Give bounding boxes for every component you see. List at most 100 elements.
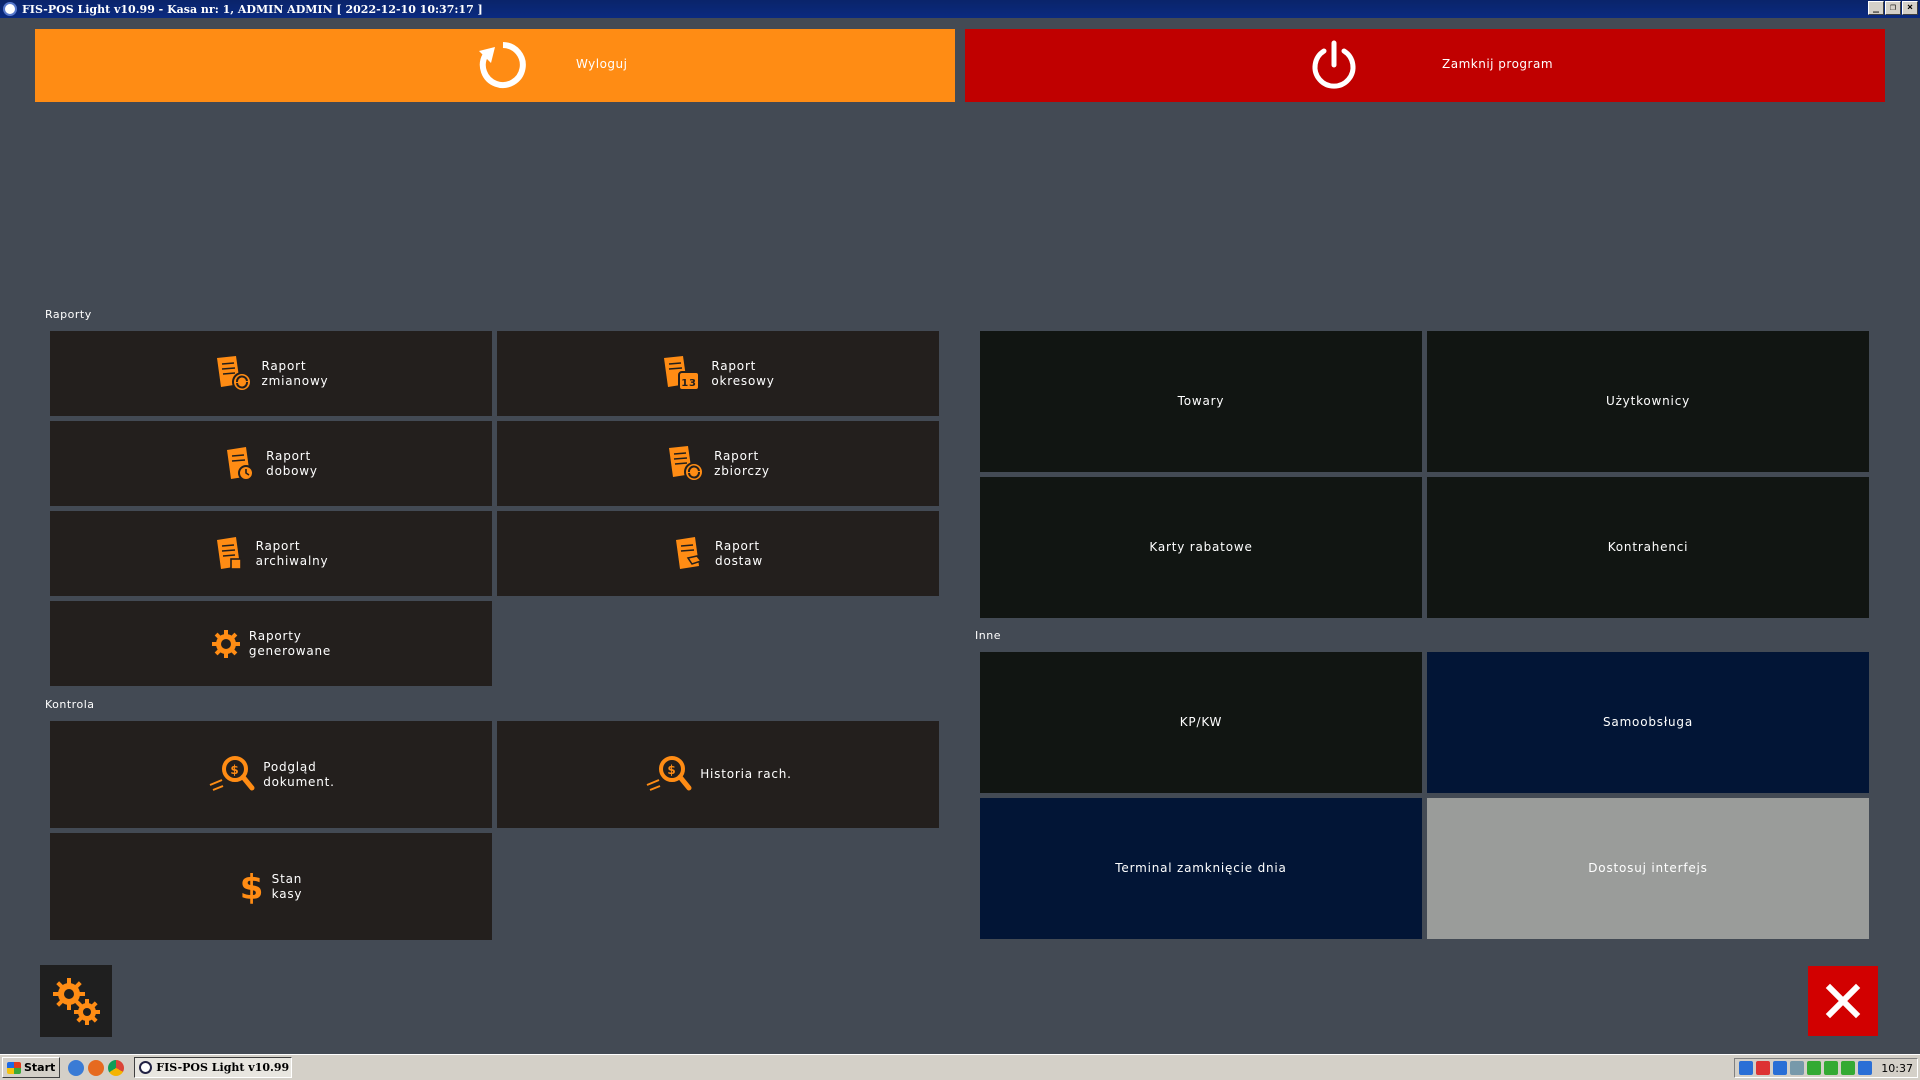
minimize-button[interactable]: _ (1868, 1, 1884, 15)
products-button[interactable]: Towary (980, 331, 1422, 472)
terminal-day-close-button[interactable]: Terminal zamknięcie dnia (980, 798, 1422, 939)
self-service-button[interactable]: Samoobsługa (1427, 652, 1869, 793)
users-button[interactable]: Użytkownicy (1427, 331, 1869, 472)
title-bar: FIS-POS Light v10.99 - Kasa nr: 1, ADMIN… (0, 0, 1920, 18)
report-daily-line1: Raport (266, 448, 311, 463)
report-delivery-button[interactable]: Raport dostaw (497, 511, 939, 596)
logout-label: Wyloguj (576, 57, 628, 71)
document-preview-line2: dokument. (263, 774, 335, 789)
report-delivery-line1: Raport (715, 538, 760, 553)
report-refresh-icon (216, 355, 252, 392)
antivirus-icon[interactable] (1756, 1061, 1771, 1075)
reports-generated-line2: generowane (248, 643, 332, 658)
search-money-icon: $ (209, 755, 255, 791)
search-money-icon: $ (646, 755, 692, 791)
close-program-label: Zamknij program (1442, 57, 1554, 71)
taskbar-clock: 10:37 (1881, 1061, 1913, 1075)
reports-generated-button[interactable]: Raporty generowane (50, 601, 492, 686)
svg-text:$: $ (668, 763, 677, 777)
system-tray: 10:37 (1734, 1058, 1918, 1078)
document-preview-line1: Podgląd (263, 759, 317, 774)
cash-status-line1: Stan (271, 871, 303, 886)
report-shift-button[interactable]: Raport zmianowy (50, 331, 492, 416)
report-period-line2: okresowy (711, 373, 775, 388)
contractors-button[interactable]: Kontrahenci (1427, 477, 1869, 618)
kpkw-button[interactable]: KP/KW (980, 652, 1422, 793)
logout-button[interactable]: Wyloguj (35, 29, 955, 102)
products-label: Towary (1177, 394, 1225, 408)
svg-text:$: $ (240, 869, 264, 905)
report-archive-line2: archiwalny (255, 553, 329, 568)
report-refresh-icon (669, 445, 705, 482)
report-daily-line2: dobowy (266, 463, 318, 478)
report-summary-button[interactable]: Raport zbiorczy (497, 421, 939, 506)
cash-status-line2: kasy (271, 886, 303, 901)
report-calendar-icon: 13 (664, 355, 701, 391)
report-period-line1: Raport (711, 358, 757, 373)
terminal-day-close-label: Terminal zamknięcie dnia (1115, 861, 1287, 875)
section-control-label: Kontrola (45, 698, 95, 711)
report-daily-button[interactable]: Raport dobowy (50, 421, 492, 506)
network-icon[interactable] (1739, 1061, 1754, 1075)
taskbar-task-label: FIS-POS Light v10.99 ... (156, 1061, 293, 1074)
report-summary-line1: Raport (714, 448, 759, 463)
dollar-icon: $ (240, 869, 264, 905)
app-icon (3, 2, 17, 16)
users-label: Użytkownicy (1605, 394, 1690, 408)
power-icon (1312, 40, 1356, 89)
self-service-label: Samoobsługa (1603, 715, 1693, 729)
green-status-icon[interactable] (1807, 1061, 1822, 1075)
settings-button[interactable] (40, 965, 112, 1037)
minus-icon[interactable] (1858, 1061, 1873, 1075)
discount-cards-button[interactable]: Karty rabatowe (980, 477, 1422, 618)
taskbar: Start FIS-POS Light v10.99 ... 10:37 (0, 1054, 1920, 1080)
report-summary-line2: zbiorczy (714, 463, 770, 478)
gears-icon (53, 978, 100, 1025)
customize-interface-button[interactable]: Dostosuj interfejs (1427, 798, 1869, 939)
green-status-icon[interactable] (1824, 1061, 1839, 1075)
discount-cards-label: Karty rabatowe (1149, 540, 1253, 554)
kpkw-label: KP/KW (1179, 715, 1223, 729)
taskbar-fispos-item[interactable]: FIS-POS Light v10.99 ... (134, 1057, 293, 1078)
cash-status-button[interactable]: $ Stan kasy (50, 833, 492, 940)
receipt-history-button[interactable]: $ Historia rach. (497, 721, 939, 828)
start-label: Start (24, 1061, 56, 1074)
maximize-button[interactable]: ❐ (1885, 1, 1901, 15)
chrome-icon[interactable] (108, 1059, 125, 1076)
window-controls: _ ❐ × (1868, 1, 1918, 15)
app-icon (139, 1061, 153, 1074)
ie-icon[interactable] (68, 1059, 85, 1076)
document-preview-button[interactable]: $ Podgląd dokument. (50, 721, 492, 828)
report-archive-button[interactable]: Raport archiwalny (50, 511, 492, 596)
section-reports-label: Raporty (45, 308, 92, 321)
close-icon (1825, 983, 1861, 1019)
exit-button[interactable] (1808, 966, 1878, 1036)
report-document-icon (216, 536, 242, 570)
firefox-icon[interactable] (88, 1059, 105, 1076)
report-shift-line2: zmianowy (261, 373, 329, 388)
start-button[interactable]: Start (2, 1057, 61, 1078)
windows-logo-icon (7, 1061, 21, 1074)
quick-launch (68, 1059, 125, 1076)
report-period-button[interactable]: 13 Raport okresowy (497, 331, 939, 416)
report-delivery-line2: dostaw (715, 553, 763, 568)
customize-interface-label: Dostosuj interfejs (1588, 861, 1708, 875)
shield-icon[interactable] (1773, 1061, 1788, 1075)
window-title: FIS-POS Light v10.99 - Kasa nr: 1, ADMIN… (22, 2, 483, 16)
report-box-icon (676, 536, 703, 569)
svg-text:$: $ (231, 763, 240, 777)
report-shift-line1: Raport (261, 358, 307, 373)
report-archive-line1: Raport (255, 538, 301, 553)
reports-generated-line1: Raporty (248, 628, 302, 643)
search-icon[interactable] (1790, 1061, 1805, 1075)
gear-icon (211, 629, 240, 658)
report-clock-icon (227, 446, 255, 481)
contractors-label: Kontrahenci (1607, 540, 1689, 554)
green-status-icon[interactable] (1841, 1061, 1856, 1075)
section-other-label: Inne (975, 629, 1001, 642)
calendar-day: 13 (682, 378, 698, 389)
receipt-history-label: Historia rach. (700, 767, 792, 781)
close-window-button[interactable]: × (1902, 1, 1918, 15)
refresh-icon (479, 42, 526, 88)
close-program-button[interactable]: Zamknij program (965, 29, 1885, 102)
